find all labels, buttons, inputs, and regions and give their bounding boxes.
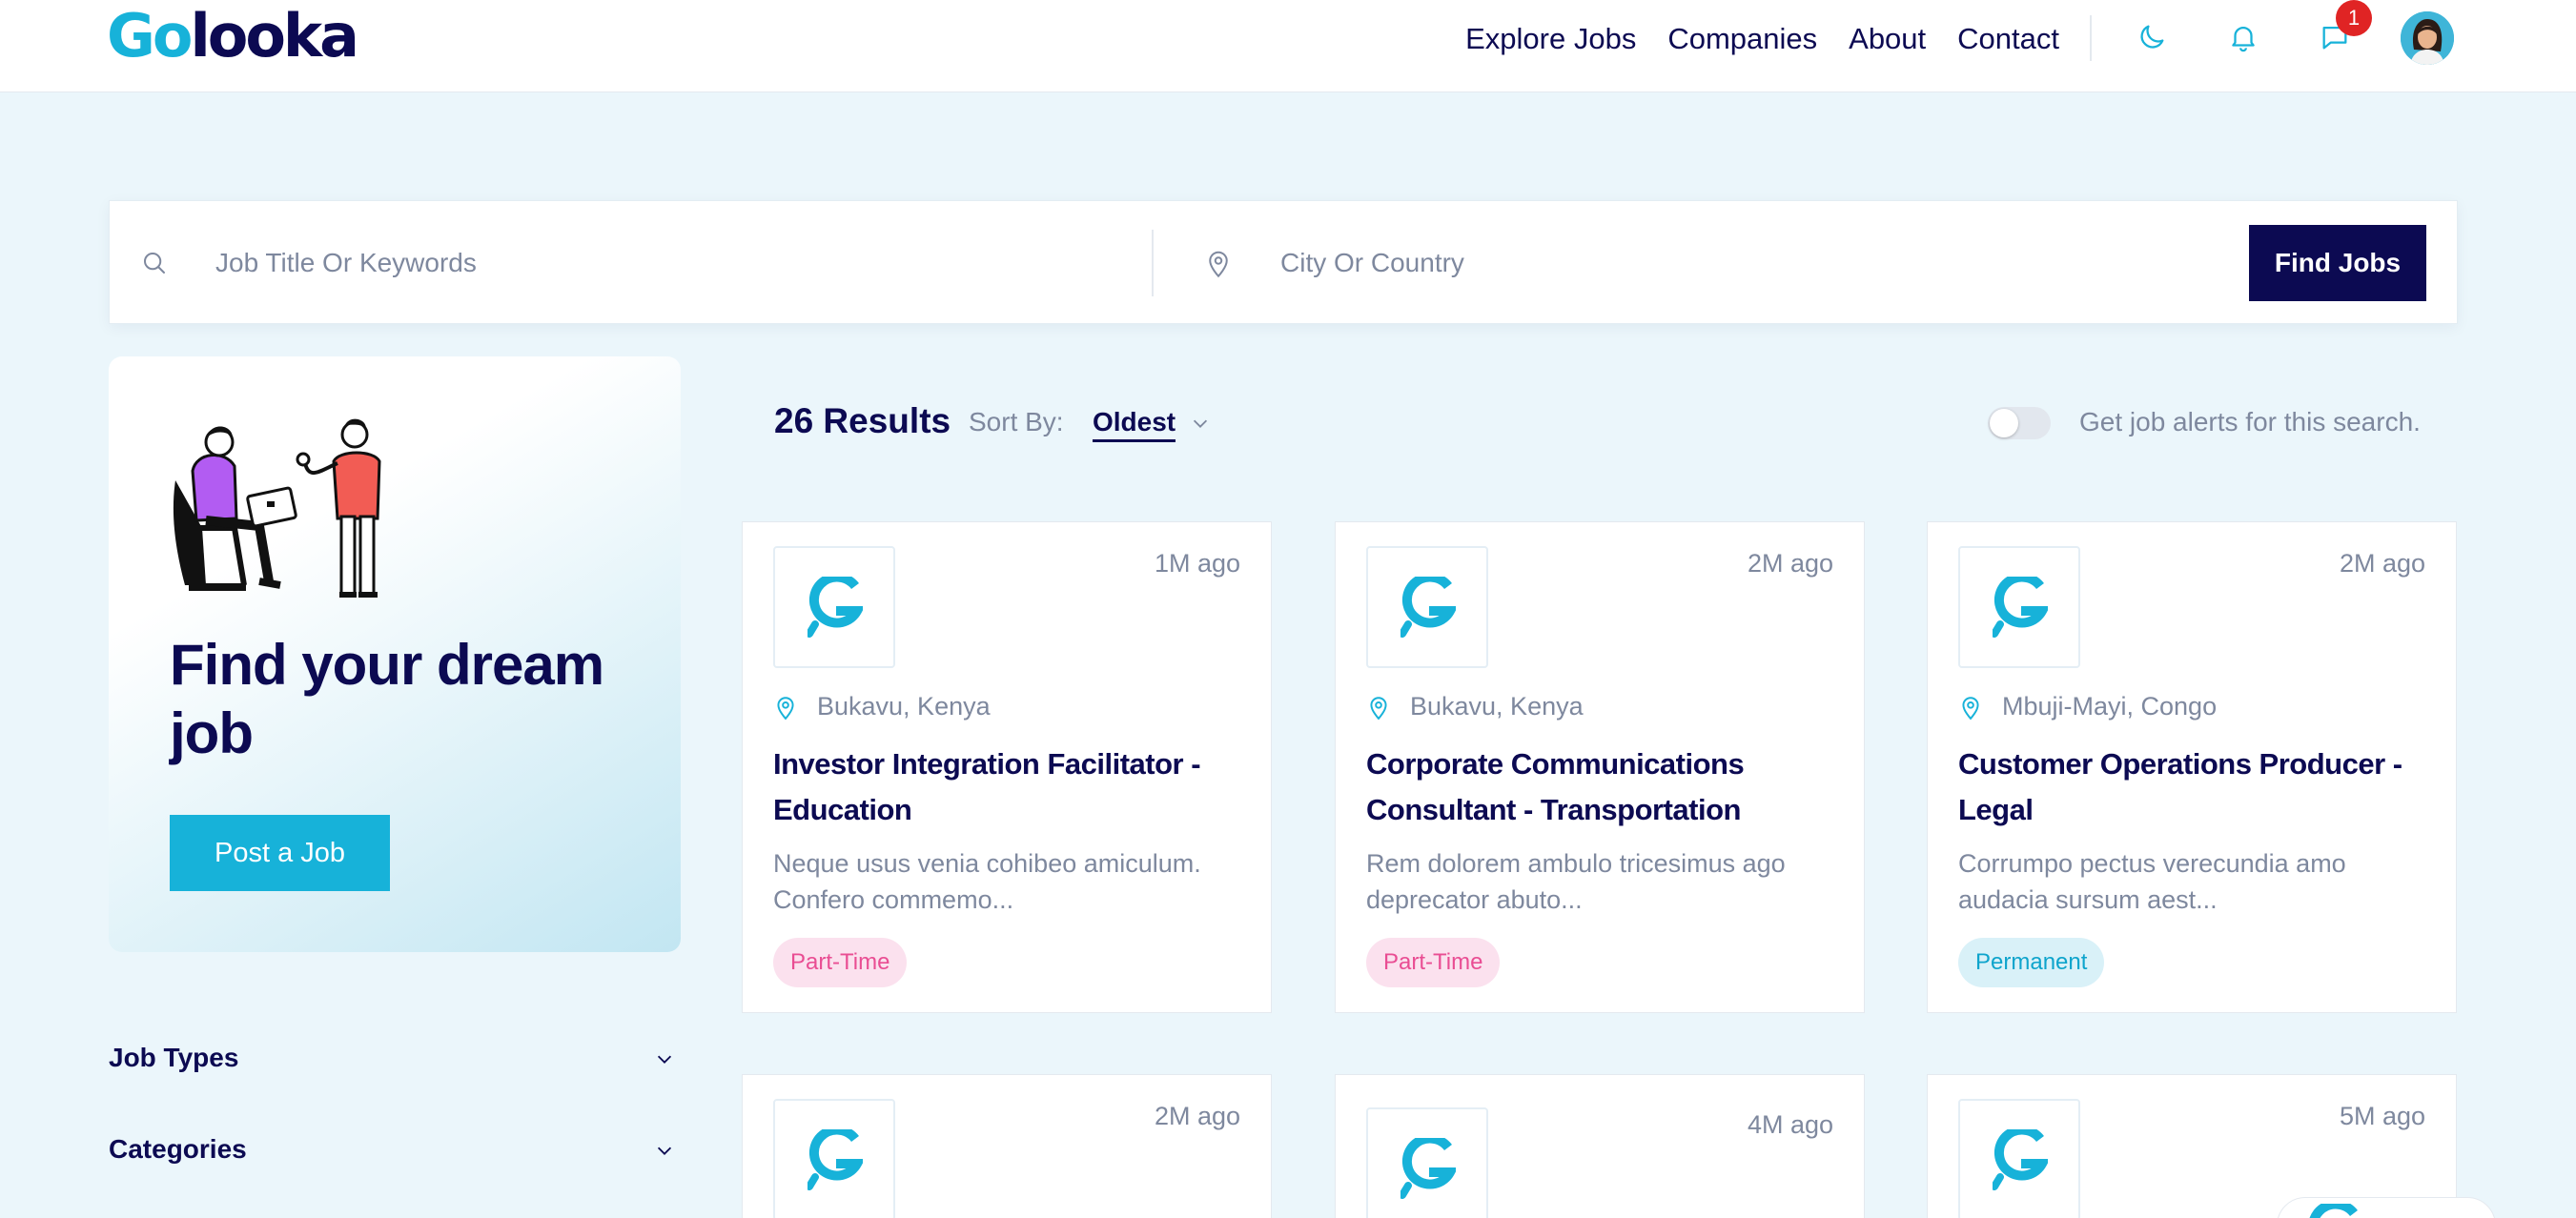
search-divider	[1152, 230, 1154, 296]
sort-label: Sort By:	[969, 407, 1064, 436]
job-card[interactable]: 2M ago Mbuji-Mayi, Congo Customer Operat…	[1927, 521, 2457, 1013]
chat-widget-logo-icon	[2309, 1204, 2358, 1218]
location-pin-icon	[777, 696, 794, 720]
job-description: Neque usus venia cohibeo amiculum. Confe…	[773, 849, 1201, 914]
job-card[interactable]: 4M ago	[1335, 1074, 1865, 1218]
job-type-tag: Part-Time	[1366, 938, 1501, 987]
nav-divider	[2090, 15, 2092, 61]
company-g-logo-icon	[808, 1129, 863, 1190]
location-text: Bukavu, Kenya	[1410, 692, 1584, 721]
posted-time: 2M ago	[1154, 1102, 1240, 1130]
job-card[interactable]: 2M ago	[742, 1074, 1272, 1218]
company-g-logo-icon	[1993, 577, 2048, 638]
company-g-logo-icon	[1993, 1129, 2048, 1190]
company-g-logo-icon	[808, 577, 863, 638]
location-text: Bukavu, Kenya	[817, 692, 991, 721]
logo-part-go: Go	[107, 1, 194, 71]
job-description: Corrumpo pectus verecundia amo audacia s…	[1958, 849, 2346, 914]
logo-part-looka: looka	[190, 1, 359, 71]
job-title[interactable]: Investor Integration Facilitator - Educa…	[773, 741, 1250, 833]
location-input[interactable]	[1280, 234, 2215, 292]
main-nav: Explore Jobs Companies About Contact	[1465, 19, 2059, 59]
filter-label: Job Types	[109, 1043, 239, 1072]
job-type-tag: Part-Time	[773, 938, 908, 987]
posted-time: 1M ago	[1154, 549, 1240, 578]
job-alert-toggle[interactable]	[1988, 407, 2051, 439]
chevron-down-icon[interactable]	[1190, 413, 1211, 434]
sort-dropdown[interactable]: Oldest	[1093, 407, 1176, 442]
company-logo	[1958, 546, 2080, 668]
moon-icon[interactable]	[2136, 21, 2168, 53]
company-logo	[773, 1099, 895, 1218]
nav-companies[interactable]: Companies	[1667, 19, 1817, 59]
posted-time: 2M ago	[1747, 549, 1833, 578]
people-illustration	[173, 418, 381, 598]
bell-icon[interactable]	[2227, 21, 2259, 53]
company-logo	[1366, 1107, 1488, 1218]
chat-widget[interactable]	[2277, 1197, 2496, 1218]
job-location: Bukavu, Kenya	[773, 692, 991, 721]
notification-badge: 1	[2336, 0, 2372, 36]
location-pin-icon	[1209, 251, 1228, 278]
job-title[interactable]: Customer Operations Producer - Legal	[1958, 741, 2435, 833]
job-card[interactable]: 1M ago Bukavu, Kenya Investor Integratio…	[742, 521, 1272, 1013]
chevron-down-icon	[657, 1147, 672, 1155]
job-title[interactable]: Corporate Communications Consultant - Tr…	[1366, 741, 1843, 833]
search-icon	[144, 253, 165, 274]
location-pin-icon	[1962, 696, 1979, 720]
top-header: Go looka Explore Jobs Companies About Con…	[0, 0, 2576, 92]
filter-job-types[interactable]: Job Types	[109, 1037, 681, 1079]
hero-card: Find your dream job Post a Job	[109, 356, 681, 952]
job-alert-label: Get job alerts for this search.	[2079, 407, 2421, 436]
job-type-tag: Permanent	[1958, 938, 2105, 987]
company-logo	[1958, 1099, 2080, 1218]
job-location: Bukavu, Kenya	[1366, 692, 1584, 721]
company-logo	[773, 546, 895, 668]
posted-time: 2M ago	[2339, 549, 2425, 578]
find-jobs-button[interactable]: Find Jobs	[2249, 225, 2426, 301]
job-card[interactable]: 2M ago Bukavu, Kenya Corporate Communica…	[1335, 521, 1865, 1013]
job-search-bar: Find Jobs	[109, 200, 2458, 324]
location-text: Mbuji-Mayi, Congo	[2002, 692, 2218, 721]
company-g-logo-icon	[1400, 1138, 1456, 1199]
job-location: Mbuji-Mayi, Congo	[1958, 692, 2217, 721]
golooka-logo[interactable]: Go looka	[107, 1, 359, 71]
nav-about[interactable]: About	[1849, 19, 1926, 59]
nav-explore-jobs[interactable]: Explore Jobs	[1465, 19, 1636, 59]
location-pin-icon	[1370, 696, 1387, 720]
job-description: Rem dolorem ambulo tricesimus ago deprec…	[1366, 849, 1786, 914]
company-logo	[1366, 546, 1488, 668]
posted-time: 5M ago	[2339, 1102, 2425, 1130]
keyword-input[interactable]	[215, 234, 1112, 292]
nav-contact[interactable]: Contact	[1957, 19, 2059, 59]
chevron-down-icon	[657, 1055, 672, 1064]
results-count: 26 Results	[774, 401, 951, 440]
filter-categories[interactable]: Categories	[109, 1128, 681, 1170]
company-g-logo-icon	[1400, 577, 1456, 638]
user-avatar[interactable]	[2401, 11, 2454, 65]
hero-title: Find your dream job	[170, 633, 604, 765]
filter-label: Categories	[109, 1134, 247, 1164]
posted-time: 4M ago	[1747, 1110, 1833, 1139]
post-job-button[interactable]: Post a Job	[170, 815, 390, 891]
